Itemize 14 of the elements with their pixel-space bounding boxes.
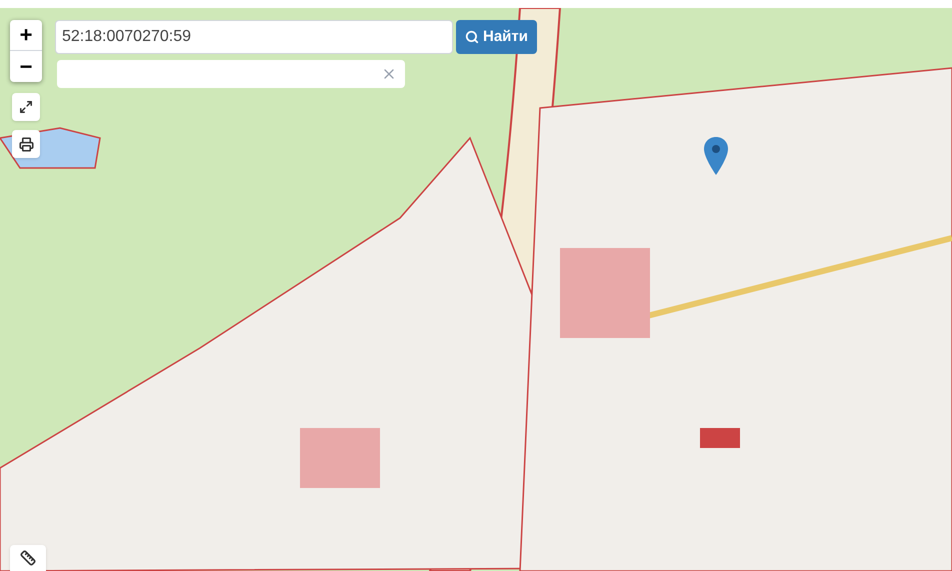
- fullscreen-button[interactable]: [12, 93, 40, 121]
- map-background[interactable]: + − 52:18:0070270:59 Найти: [0, 8, 952, 571]
- search-button[interactable]: Найти: [456, 20, 537, 54]
- address-field[interactable]: [57, 60, 405, 88]
- map-pin-icon[interactable]: [704, 137, 728, 175]
- search-icon: [465, 30, 479, 44]
- zoom-out-button[interactable]: −: [10, 51, 42, 82]
- expand-icon: [19, 100, 33, 114]
- zoom-in-button[interactable]: +: [10, 20, 42, 51]
- printer-icon: [18, 136, 34, 152]
- ruler-icon: [20, 550, 36, 566]
- print-button[interactable]: [12, 130, 40, 158]
- search-field[interactable]: 52:18:0070270:59: [55, 20, 453, 54]
- measure-button[interactable]: [10, 545, 46, 571]
